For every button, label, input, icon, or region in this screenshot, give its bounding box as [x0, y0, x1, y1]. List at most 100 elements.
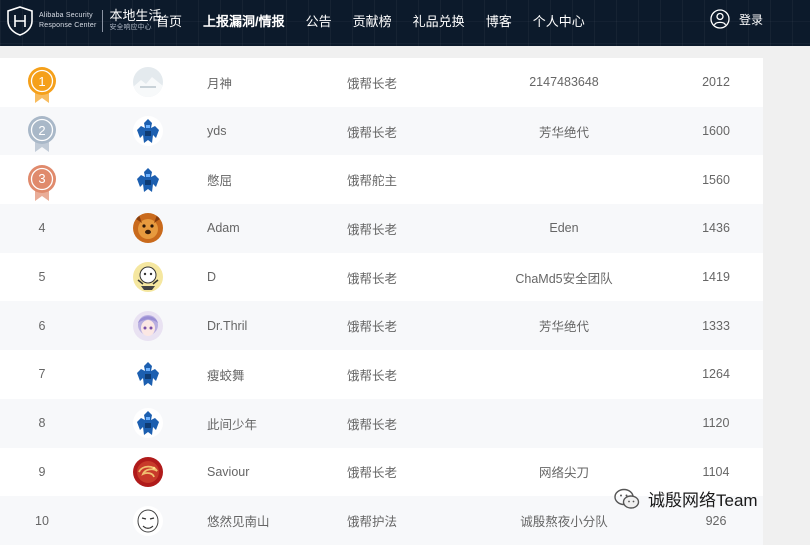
robot-avatar[interactable]	[133, 359, 163, 390]
rank-number: 2	[38, 122, 46, 138]
table-row: 8 此间少年 饿帮长老 1120	[0, 398, 763, 448]
avatar-cell	[130, 204, 166, 253]
rank-number: 6	[38, 318, 46, 333]
team-name	[474, 155, 654, 204]
user-title: 饿帮长老	[347, 76, 398, 91]
user-title: 饿帮长老	[347, 368, 398, 383]
team-name: 2147483648	[529, 75, 599, 90]
rank-cell: 2	[20, 107, 64, 156]
user-title: 饿帮长老	[347, 222, 398, 237]
team-name: 芳华绝代	[538, 125, 589, 140]
score: 2012	[702, 75, 730, 90]
nav-item-1[interactable]: 上报漏洞/情报	[203, 11, 285, 30]
username[interactable]: 悠然见南山	[207, 496, 327, 545]
nav-item-4[interactable]: 礼品兑换	[413, 11, 465, 30]
username[interactable]: 此间少年	[207, 399, 327, 448]
avatar-cell	[130, 253, 166, 302]
login-button[interactable]: 登录	[710, 9, 763, 29]
avatar-cell	[130, 350, 166, 399]
page-right-margin	[763, 46, 810, 533]
anime-avatar[interactable]	[133, 310, 163, 341]
watermark: 诚殷网络Team	[614, 486, 758, 511]
username[interactable]: 憋屈	[207, 155, 327, 204]
rank-cell: 4	[20, 204, 64, 253]
meme-avatar[interactable]	[133, 505, 163, 536]
team-name: ChaMd5安全团队	[515, 271, 613, 286]
rank-cell: 1	[20, 58, 64, 107]
robot-avatar[interactable]	[133, 116, 163, 147]
team-name	[474, 399, 654, 448]
rank-number: 5	[38, 270, 46, 285]
rank-cell: 10	[20, 496, 64, 545]
avatar-cell	[130, 448, 166, 497]
avatar-cell	[130, 155, 166, 204]
robot-avatar[interactable]	[133, 408, 163, 439]
rank-number: 10	[35, 513, 49, 528]
table-row: 6 Dr.Thril 饿帮长老 芳华绝代 1333	[0, 301, 763, 351]
nav-item-6[interactable]: 个人中心	[533, 11, 585, 30]
score: 1120	[702, 416, 730, 431]
rank-cell: 5	[20, 253, 64, 302]
logo-en-line2: Response Center	[39, 22, 97, 29]
nav-item-2[interactable]: 公告	[306, 11, 332, 30]
user-title: 饿帮长老	[347, 417, 398, 432]
rank-cell: 8	[20, 399, 64, 448]
nav-item-0[interactable]: 首页	[156, 11, 182, 30]
rank-number: 3	[38, 171, 46, 187]
score: 1600	[702, 124, 730, 139]
user-title: 饿帮长老	[347, 466, 398, 481]
rank-number: 4	[38, 221, 46, 236]
username[interactable]: 瘦蛟舞	[207, 350, 327, 399]
rank-cell: 7	[20, 350, 64, 399]
logo-cn-main: 本地生活	[109, 8, 162, 23]
rank-number: 1	[38, 73, 46, 89]
logo-chinese-text: 本地生活 安全响应中心	[109, 9, 161, 33]
score: 1333	[702, 318, 730, 333]
avatar-cell	[130, 107, 166, 156]
username[interactable]: 月神	[207, 58, 327, 107]
table-row: 5 D 饿帮长老 ChaMd5安全团队 1419	[0, 252, 763, 302]
cartoon-avatar[interactable]	[133, 262, 163, 293]
username[interactable]: yds	[207, 107, 327, 156]
table-row: 4 Adam 饿帮长老 Eden 1436	[0, 204, 763, 253]
table-row: 2 yds 饿帮长老 芳华绝代 1600	[0, 106, 763, 156]
logo-english-text: Alibaba Security Response Center	[39, 11, 96, 31]
table-row: 7 瘦蛟舞 饿帮长老 1264	[0, 350, 763, 399]
site-logo[interactable]: Alibaba Security Response Center 本地生活 安全…	[6, 6, 162, 36]
rank-cell: 3	[20, 155, 64, 204]
table-row: 1 月神 饿帮长老 2147483648 2012	[0, 58, 763, 107]
snow-avatar[interactable]	[133, 67, 163, 98]
username[interactable]: D	[207, 253, 327, 302]
team-name: 芳华绝代	[538, 320, 589, 335]
logo-divider	[102, 10, 104, 32]
bronze-medal-icon: 3	[26, 163, 58, 201]
avatar-cell	[130, 301, 166, 350]
logo-en-line1: Alibaba Security	[39, 12, 93, 19]
watermark-text: 诚殷网络Team	[648, 491, 758, 510]
robot-avatar[interactable]	[133, 164, 163, 195]
username[interactable]: Saviour	[207, 448, 327, 497]
nav-item-5[interactable]: 博客	[486, 11, 512, 30]
user-title: 饿帮舵主	[347, 174, 398, 189]
nav-item-3[interactable]: 贡献榜	[353, 11, 392, 30]
user-title: 饿帮长老	[347, 125, 398, 140]
rank-number: 9	[38, 464, 46, 479]
dragon-avatar[interactable]	[133, 456, 163, 487]
rank-number: 8	[38, 416, 46, 431]
login-label: 登录	[739, 12, 764, 27]
username[interactable]: Dr.Thril	[207, 301, 327, 350]
username[interactable]: Adam	[207, 204, 327, 253]
dog-avatar[interactable]	[133, 213, 163, 244]
silver-medal-icon: 2	[26, 114, 58, 153]
avatar-cell	[130, 399, 166, 448]
logo-cn-sub: 安全响应中心	[109, 24, 152, 31]
rank-number: 7	[38, 367, 46, 382]
score: 1264	[702, 367, 730, 382]
user-title: 饿帮长老	[347, 271, 398, 286]
score: 1560	[702, 172, 730, 187]
rank-cell: 6	[20, 301, 64, 350]
avatar-cell	[130, 496, 166, 545]
main-nav: 首页 上报漏洞/情报 公告 贡献榜 礼品兑换 博客 个人中心	[156, 0, 606, 40]
shield-logo-icon	[7, 6, 33, 36]
gold-medal-icon: 1	[26, 65, 58, 104]
